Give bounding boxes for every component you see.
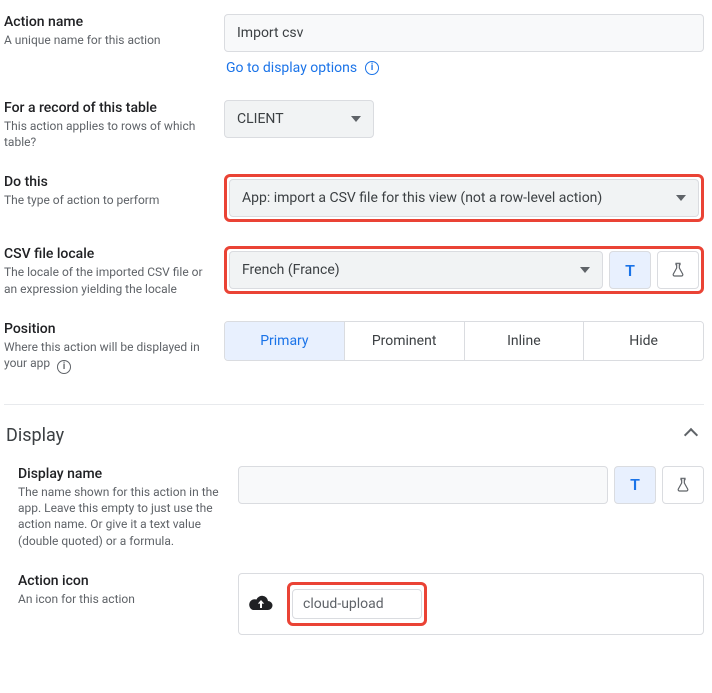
text-mode-button[interactable]: T bbox=[609, 251, 651, 289]
action-name-input[interactable]: Import csv bbox=[224, 14, 704, 52]
chevron-down-icon bbox=[676, 195, 686, 201]
position-hide[interactable]: Hide bbox=[584, 322, 703, 360]
display-name-label: Display name bbox=[18, 466, 224, 482]
csv-locale-label: CSV file locale bbox=[4, 246, 210, 262]
info-icon[interactable]: i bbox=[57, 360, 71, 374]
flask-icon bbox=[675, 477, 691, 493]
action-icon-highlight: cloud-upload bbox=[287, 582, 427, 626]
cloud-upload-icon bbox=[247, 593, 275, 615]
action-name-label: Action name bbox=[4, 14, 210, 30]
csv-locale-desc: The locale of the imported CSV file or a… bbox=[4, 264, 210, 296]
action-icon-desc: An icon for this action bbox=[18, 591, 224, 607]
position-prominent[interactable]: Prominent bbox=[345, 322, 465, 360]
do-this-desc: The type of action to perform bbox=[4, 192, 210, 208]
csv-locale-value: French (France) bbox=[242, 262, 340, 278]
action-icon-search[interactable]: cloud-upload bbox=[292, 589, 422, 619]
flask-icon bbox=[670, 262, 686, 278]
position-segmented: Primary Prominent Inline Hide bbox=[224, 321, 704, 361]
display-options-link[interactable]: Go to display options bbox=[226, 60, 357, 76]
chevron-up-icon bbox=[684, 428, 698, 442]
action-icon-box: cloud-upload bbox=[238, 573, 704, 635]
table-select-value: CLIENT bbox=[237, 111, 284, 127]
info-icon[interactable]: i bbox=[365, 61, 379, 75]
csv-locale-highlight: French (France) T bbox=[224, 246, 704, 294]
table-desc: This action applies to rows of which tab… bbox=[4, 118, 210, 150]
action-name-desc: A unique name for this action bbox=[4, 32, 210, 48]
display-section-header[interactable]: Display bbox=[4, 405, 704, 460]
display-section-title: Display bbox=[6, 425, 64, 446]
position-primary[interactable]: Primary bbox=[225, 322, 345, 360]
do-this-label: Do this bbox=[4, 174, 210, 190]
text-mode-button[interactable]: T bbox=[614, 466, 656, 504]
display-name-desc: The name shown for this action in the ap… bbox=[18, 484, 224, 549]
flask-icon-button[interactable] bbox=[662, 466, 704, 504]
do-this-select[interactable]: App: import a CSV file for this view (no… bbox=[229, 179, 699, 217]
chevron-down-icon bbox=[580, 267, 590, 273]
do-this-highlight: App: import a CSV file for this view (no… bbox=[224, 174, 704, 222]
chevron-down-icon bbox=[351, 116, 361, 122]
action-icon-label: Action icon bbox=[18, 573, 224, 589]
do-this-value: App: import a CSV file for this view (no… bbox=[242, 190, 602, 206]
position-inline[interactable]: Inline bbox=[465, 322, 585, 360]
flask-icon-button[interactable] bbox=[657, 251, 699, 289]
table-label: For a record of this table bbox=[4, 100, 210, 116]
table-select[interactable]: CLIENT bbox=[224, 100, 374, 138]
position-desc: Where this action will be displayed in y… bbox=[4, 339, 210, 372]
display-name-input[interactable] bbox=[238, 466, 608, 504]
csv-locale-select[interactable]: French (France) bbox=[229, 251, 603, 289]
position-label: Position bbox=[4, 321, 210, 337]
